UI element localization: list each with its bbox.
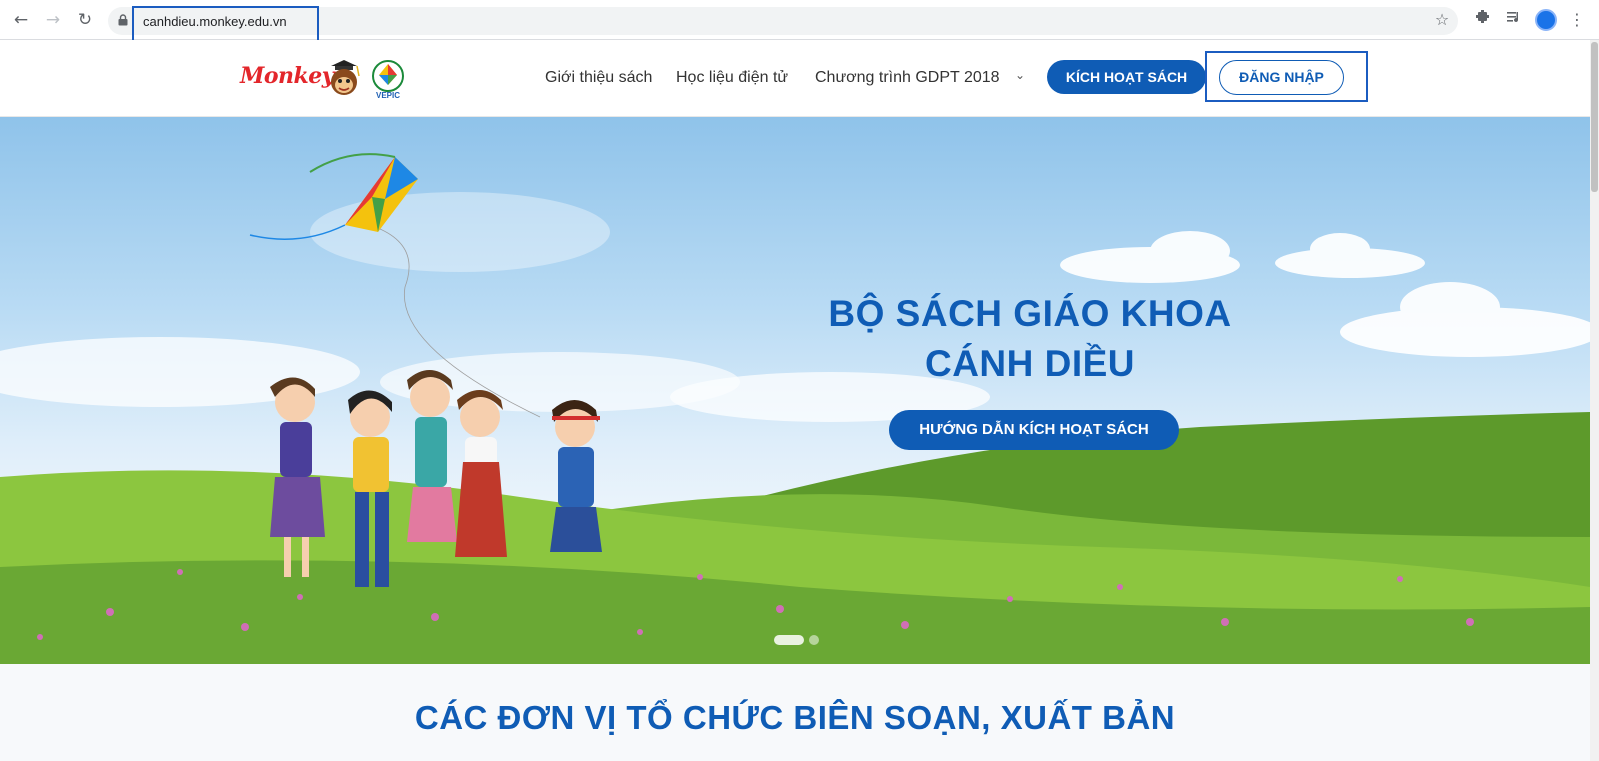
monkey-mascot-icon	[331, 60, 360, 95]
lock-icon[interactable]	[118, 14, 128, 26]
carousel-dot[interactable]	[809, 635, 819, 645]
hero-banner: BỘ SÁCH GIÁO KHOA CÁNH DIỀU HƯỚNG DẪN KÍ…	[0, 117, 1590, 664]
star-icon[interactable]: ☆	[1431, 9, 1453, 31]
profile-icon[interactable]	[1535, 9, 1557, 31]
nav-chuong-trinh-gdpt[interactable]: Chương trình GDPT 2018	[815, 69, 1000, 87]
activate-book-button[interactable]: KÍCH HOẠT SÁCH	[1047, 60, 1206, 94]
url-text[interactable]: canhdieu.monkey.edu.vn	[143, 14, 287, 29]
nav-gioi-thieu-sach[interactable]: Giới thiệu sách	[545, 69, 652, 87]
vepic-logo-text: VEPIC	[376, 91, 400, 100]
menu-icon[interactable]: ⋮	[1566, 9, 1588, 31]
browser-toolbar: ← → ↻ canhdieu.monkey.edu.vn ☆ ⋮	[0, 0, 1599, 42]
reload-icon[interactable]: ↻	[74, 9, 96, 31]
activation-guide-button[interactable]: HƯỚNG DẪN KÍCH HOẠT SÁCH	[889, 410, 1179, 450]
vepic-logo-icon[interactable]: VEPIC	[368, 58, 408, 100]
hero-title-line-2: CÁNH DIỀU	[924, 343, 1136, 384]
carousel-dot-active[interactable]	[774, 635, 804, 645]
hero-illustration	[0, 153, 1590, 664]
forward-icon[interactable]: →	[42, 9, 64, 31]
chevron-down-icon[interactable]: ⌄	[1015, 68, 1025, 82]
scrollbar-thumb[interactable]	[1591, 42, 1598, 192]
nav-hoc-lieu-dien-tu[interactable]: Học liệu điện tử	[676, 69, 788, 87]
hero-title: BỘ SÁCH GIÁO KHOA CÁNH DIỀU	[740, 289, 1320, 389]
section-title: CÁC ĐƠN VỊ TỔ CHỨC BIÊN SOẠN, XUẤT BẢN	[414, 699, 1176, 736]
monkey-logo[interactable]: Monkey	[240, 63, 335, 89]
publishers-section: CÁC ĐƠN VỊ TỔ CHỨC BIÊN SOẠN, XUẤT BẢN	[0, 664, 1590, 761]
hero-title-line-1: BỘ SÁCH GIÁO KHOA	[828, 293, 1232, 334]
page-scrollbar[interactable]	[1590, 40, 1599, 761]
login-button[interactable]: ĐĂNG NHẬP	[1219, 60, 1344, 95]
site-header: Monkey VEPIC Giới thiệu sách Học liệu đi…	[0, 40, 1590, 117]
extensions-icon[interactable]	[1472, 9, 1494, 31]
back-icon[interactable]: ←	[10, 9, 32, 31]
media-icon[interactable]	[1503, 9, 1525, 31]
